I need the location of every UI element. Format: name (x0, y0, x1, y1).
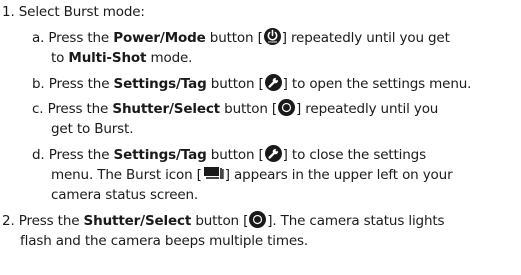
step-2: 2. Press the Shutter/Select button [ ]. T… (2, 211, 445, 231)
substep-d-cont-text-2: ] appears in the upper left on your (224, 167, 453, 183)
substep-d: d. Press the Settings/Tag button [ ] to c… (32, 145, 426, 165)
burst-icon (203, 166, 224, 181)
step-2-post: button [ (195, 213, 249, 229)
shutter-icon (249, 211, 267, 228)
substep-d-pre: Press the (48, 147, 110, 163)
power-mode-label: Power/Mode (113, 30, 206, 46)
shutter-select-label: Shutter/Select (112, 101, 220, 117)
substep-a-cont-post: mode. (150, 50, 193, 66)
substep-b-post: button [ (210, 76, 264, 92)
substep-b: b. Press the Settings/Tag button [ ] to o… (32, 74, 471, 94)
step-2-pre: Press the (18, 213, 80, 229)
substep-d-after: ] to close the settings (282, 147, 426, 163)
substep-c-post: button [ (224, 101, 278, 117)
substep-c: c. Press the Shutter/Select button [ ] re… (32, 99, 438, 119)
substep-a-letter: a. (32, 30, 45, 46)
shutter-select-label-2: Shutter/Select (83, 213, 192, 229)
shutter-icon (278, 99, 296, 116)
substep-d-cont-text-1: menu. The Burst icon [ (51, 167, 202, 183)
substep-d-cont-text-3: camera status screen. (51, 187, 199, 203)
substep-d-cont-2: camera status screen. (51, 185, 198, 205)
substep-d-post: button [ (210, 147, 264, 163)
step-2-cont: flash and the camera beeps multiple time… (20, 231, 308, 251)
substep-c-letter: c. (32, 101, 44, 117)
substep-c-cont: get to Burst. (51, 119, 133, 139)
wrench-icon (264, 145, 282, 162)
instructions-document: 1. Select Burst mode: a. Press the Power… (0, 0, 521, 275)
power-mode-icon: mode (263, 28, 281, 45)
step-2-cont-text: flash and the camera beeps multiple time… (20, 233, 309, 249)
substep-d-cont-1: menu. The Burst icon [ ] appears in the u… (51, 165, 453, 185)
substep-c-pre: Press the (47, 101, 109, 117)
substep-d-letter: d. (32, 147, 45, 163)
multi-shot-label: Multi-Shot (68, 50, 147, 66)
wrench-icon (264, 74, 282, 91)
step-1-text: Select Burst mode: (18, 4, 145, 20)
substep-a-cont-text: to (51, 50, 65, 66)
substep-b-after: ] to open the settings menu. (282, 76, 472, 92)
substep-a-after: ] repeatedly until you get (281, 30, 450, 46)
substep-b-pre: Press the (48, 76, 110, 92)
substep-a-pre: Press the (48, 30, 110, 46)
substep-c-cont-text: get to Burst. (51, 121, 134, 137)
step-1: 1. Select Burst mode: (2, 2, 145, 22)
settings-tag-label-2: Settings/Tag (113, 147, 207, 163)
settings-tag-label: Settings/Tag (113, 76, 207, 92)
substep-a-post: button [ (209, 30, 263, 46)
step-1-number: 1. (2, 4, 15, 20)
substep-a-cont: to Multi-Shot mode. (51, 48, 192, 68)
substep-a: a. Press the Power/Mode button [ mode ] re… (32, 28, 450, 48)
substep-b-letter: b. (32, 76, 45, 92)
step-2-after: ]. The camera status lights (267, 213, 445, 229)
step-2-number: 2. (2, 213, 15, 229)
substep-c-after: ] repeatedly until you (296, 101, 439, 117)
power-mode-sublabel: mode (268, 40, 277, 44)
